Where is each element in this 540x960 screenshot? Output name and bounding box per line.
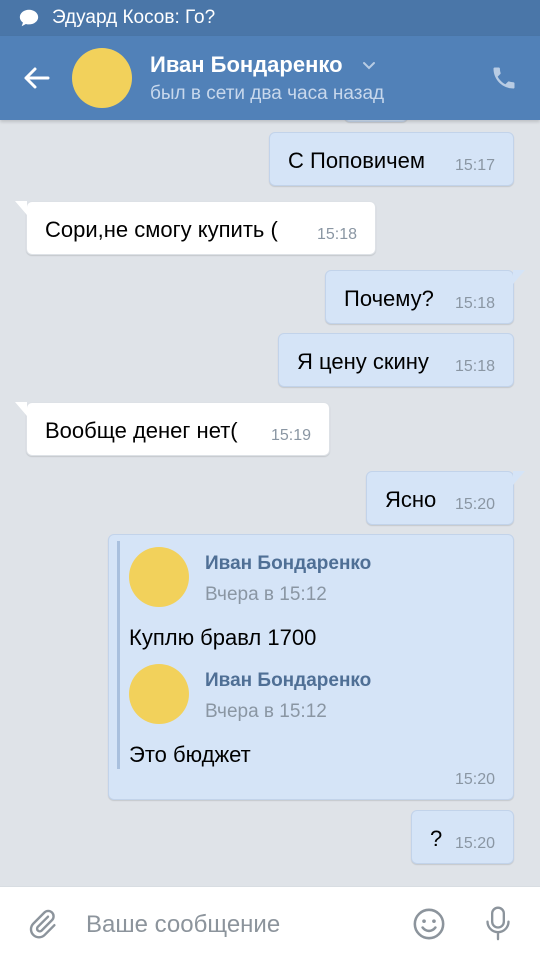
message-time: 15:20 <box>454 835 495 852</box>
microphone-icon[interactable] <box>484 905 512 943</box>
bubble-tail <box>513 471 525 485</box>
chat-bubble-icon <box>19 9 39 27</box>
message-list[interactable]: С Поповичем 15:17 Сори,не смогу купить (… <box>0 120 540 886</box>
message-composer: Ваше сообщение <box>0 886 540 960</box>
message-time: 15:18 <box>316 226 357 243</box>
bubble-tail <box>513 270 525 284</box>
phone-icon[interactable] <box>490 64 518 92</box>
message-text: С Поповичем <box>288 148 425 173</box>
message-text: Сори,не смогу купить ( <box>45 217 278 242</box>
forward-quote-bar <box>117 541 120 769</box>
message-time: 15:18 <box>454 295 495 312</box>
forwarded-sender-name[interactable]: Иван Бондаренко <box>205 553 371 575</box>
message-text: Ясно <box>385 487 437 512</box>
forwarded-date: Вчера в 15:12 <box>205 701 327 722</box>
message-time: 15:20 <box>454 771 495 788</box>
notification-bar[interactable]: Эдуард Косов: Го? <box>0 0 540 36</box>
message-bubble-out[interactable]: Почему? 15:18 <box>325 270 525 324</box>
emoji-icon[interactable] <box>412 907 446 941</box>
forwarded-avatar[interactable] <box>129 547 189 607</box>
chevron-down-icon[interactable] <box>360 56 378 74</box>
forwarded-messages-bubble[interactable]: Иван Бондаренко Вчера в 15:12 Куплю брав… <box>108 534 514 800</box>
bubble-tail <box>15 201 27 215</box>
message-bubble-out[interactable]: Ясно 15:20 <box>366 471 525 525</box>
contact-status: был в сети два часа назад <box>150 83 385 104</box>
forwarded-date: Вчера в 15:12 <box>205 584 327 605</box>
message-text: Вообще денег нет( <box>45 418 238 443</box>
message-text: ? <box>430 826 443 851</box>
forwarded-text: Это бюджет <box>129 742 251 767</box>
message-text: Я цену скину <box>297 349 429 374</box>
message-bubble-out[interactable]: Я цену скину 15:18 <box>278 333 514 387</box>
message-bubble-in[interactable]: Вообще денег нет( 15:19 <box>15 402 330 456</box>
message-bubble-in[interactable]: Сори,не смогу купить ( 15:18 <box>15 201 376 255</box>
forwarded-avatar[interactable] <box>129 664 189 724</box>
message-bubble-partial <box>344 120 408 122</box>
message-time: 15:17 <box>454 157 495 174</box>
message-bubble-out[interactable]: С Поповичем 15:17 <box>269 132 514 186</box>
forwarded-text: Куплю бравл 1700 <box>129 625 317 650</box>
paperclip-icon[interactable] <box>26 907 58 941</box>
message-time: 15:20 <box>454 496 495 513</box>
forwarded-sender-name[interactable]: Иван Бондаренко <box>205 670 371 692</box>
bubble-tail <box>15 402 27 416</box>
notification-text: Эдуард Косов: Го? <box>52 7 216 28</box>
back-arrow-icon[interactable] <box>18 60 54 96</box>
chat-header: Иван Бондаренко был в сети два часа наза… <box>0 36 540 120</box>
message-time: 15:19 <box>270 427 311 444</box>
avatar[interactable] <box>72 48 132 108</box>
contact-name[interactable]: Иван Бондаренко <box>150 52 343 78</box>
message-input[interactable]: Ваше сообщение <box>86 911 280 939</box>
message-bubble-out[interactable]: ? 15:20 <box>411 810 514 864</box>
message-text: Почему? <box>344 286 434 311</box>
message-time: 15:18 <box>454 358 495 375</box>
